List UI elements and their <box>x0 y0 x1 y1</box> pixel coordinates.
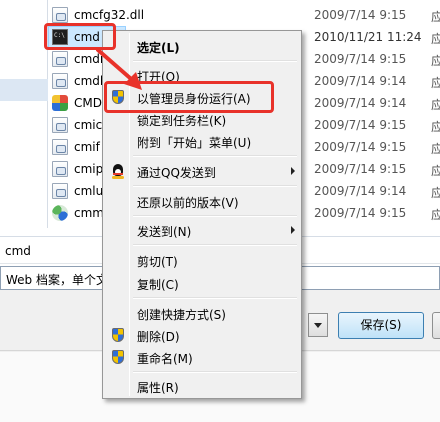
dll-file-icon <box>52 7 68 23</box>
file-date: 2009/7/14 9:15 <box>314 118 407 132</box>
file-date: 2009/7/14 9:15 <box>314 8 407 22</box>
file-type: 应 <box>431 76 440 90</box>
menu-separator <box>133 244 297 246</box>
file-name: cmm <box>74 206 104 220</box>
chevron-down-icon <box>314 323 322 328</box>
file-name: CMD <box>74 96 102 110</box>
menu-item-send-to[interactable]: 发送到(N) <box>105 219 299 241</box>
menu-item-cut[interactable]: 剪切(T) <box>105 249 299 271</box>
file-type: 应 <box>431 186 440 200</box>
menu-item-label: 通过QQ发送到 <box>137 166 216 180</box>
file-date: 2010/11/21 11:24 <box>314 30 422 44</box>
uac-shield-icon <box>110 327 126 343</box>
filename-value: cmd <box>5 244 31 258</box>
dll-file-icon <box>52 161 68 177</box>
submenu-arrow-icon <box>291 167 295 175</box>
file-date: 2009/7/14 9:15 <box>314 206 407 220</box>
qq-icon <box>110 163 126 179</box>
dll-file-icon <box>52 139 68 155</box>
file-name: cmic <box>74 118 103 132</box>
menu-item-label: 复制(C) <box>137 278 179 292</box>
menu-item-properties[interactable]: 属性(R) <box>105 375 299 397</box>
menu-item-restore-versions[interactable]: 还原以前的版本(V) <box>105 190 299 212</box>
cmmgr-app-icon <box>52 205 68 221</box>
cancel-button[interactable] <box>432 312 440 339</box>
annotation-box-run-as-admin <box>104 81 274 113</box>
submenu-arrow-icon <box>291 226 295 234</box>
file-type: 应 <box>431 120 440 134</box>
save-button[interactable]: 保存(S) <box>338 312 424 339</box>
file-type: 应 <box>431 164 440 178</box>
annotation-box-cmd <box>44 23 116 50</box>
menu-item-label: 剪切(T) <box>137 255 178 269</box>
file-type: 应 <box>431 208 440 222</box>
menu-item-label: 发送到(N) <box>137 225 192 239</box>
dll-file-icon <box>52 117 68 133</box>
file-date: 2009/7/14 9:15 <box>314 52 407 66</box>
encoding-dropdown-button[interactable] <box>308 313 328 337</box>
menu-item-copy[interactable]: 复制(C) <box>105 272 299 294</box>
menu-item-label: 锁定到任务栏(K) <box>137 114 227 128</box>
file-type: 应 <box>431 54 440 68</box>
menu-item-select[interactable]: 选定(L) <box>105 35 299 57</box>
file-name: cmip <box>74 162 104 176</box>
file-date: 2009/7/14 9:14 <box>314 74 407 88</box>
menu-item-delete[interactable]: 删除(D) <box>105 324 299 346</box>
menu-separator <box>133 155 297 157</box>
menu-item-label: 还原以前的版本(V) <box>137 196 239 210</box>
menu-separator <box>133 297 297 299</box>
save-type-value: Web 档案，单个文 <box>6 273 108 287</box>
navigation-pane[interactable] <box>0 0 48 228</box>
file-date: 2009/7/14 9:14 <box>314 96 407 110</box>
menu-item-label: 创建快捷方式(S) <box>137 308 226 322</box>
menu-separator <box>133 215 297 217</box>
file-type: 应 <box>431 98 440 112</box>
uac-shield-icon <box>110 349 126 365</box>
menu-item-label: 删除(D) <box>137 330 180 344</box>
file-name: cmlu <box>74 184 104 198</box>
file-name: cmif <box>74 140 100 154</box>
dll-file-icon <box>52 183 68 199</box>
menu-item-label: 选定(L) <box>137 41 180 55</box>
menu-item-label: 属性(R) <box>137 381 179 395</box>
file-date: 2009/7/14 9:15 <box>314 140 407 154</box>
file-type: 应 <box>431 10 440 24</box>
menu-item-pin-start[interactable]: 附到「开始」菜单(U) <box>105 130 299 152</box>
menu-separator <box>133 371 297 373</box>
file-type: 应 <box>431 142 440 156</box>
menu-item-rename[interactable]: 重命名(M) <box>105 346 299 368</box>
file-date: 2009/7/14 9:15 <box>314 162 407 176</box>
file-type: 应 <box>431 32 440 46</box>
menu-item-label: 重命名(M) <box>137 352 193 366</box>
color-app-icon <box>52 95 68 111</box>
file-name: cmdi <box>74 52 104 66</box>
dll-file-icon <box>52 51 68 67</box>
navigation-selected-item[interactable] <box>0 79 48 101</box>
file-name: cmdl <box>74 74 104 88</box>
menu-item-send-via-qq[interactable]: 通过QQ发送到 <box>105 160 299 182</box>
menu-separator <box>133 60 297 62</box>
menu-item-label: 附到「开始」菜单(U) <box>137 136 252 150</box>
dll-file-icon <box>52 73 68 89</box>
menu-item-create-shortcut[interactable]: 创建快捷方式(S) <box>105 302 299 324</box>
menu-separator <box>133 185 297 187</box>
file-name: cmcfg32.dll <box>74 8 145 22</box>
file-date: 2009/7/14 9:14 <box>314 184 407 198</box>
